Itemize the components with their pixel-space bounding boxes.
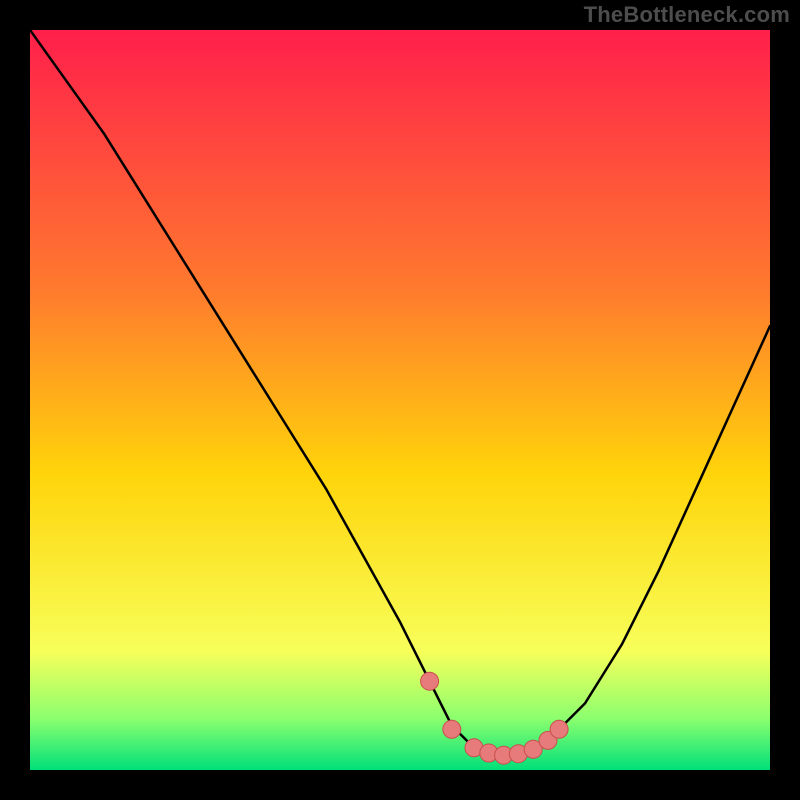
marker-dot bbox=[421, 672, 439, 690]
marker-dot bbox=[550, 720, 568, 738]
gradient-background bbox=[30, 30, 770, 770]
marker-dot bbox=[443, 720, 461, 738]
watermark-text: TheBottleneck.com bbox=[584, 2, 790, 28]
plot-area bbox=[30, 30, 770, 770]
chart-stage: TheBottleneck.com bbox=[0, 0, 800, 800]
chart-svg bbox=[30, 30, 770, 770]
